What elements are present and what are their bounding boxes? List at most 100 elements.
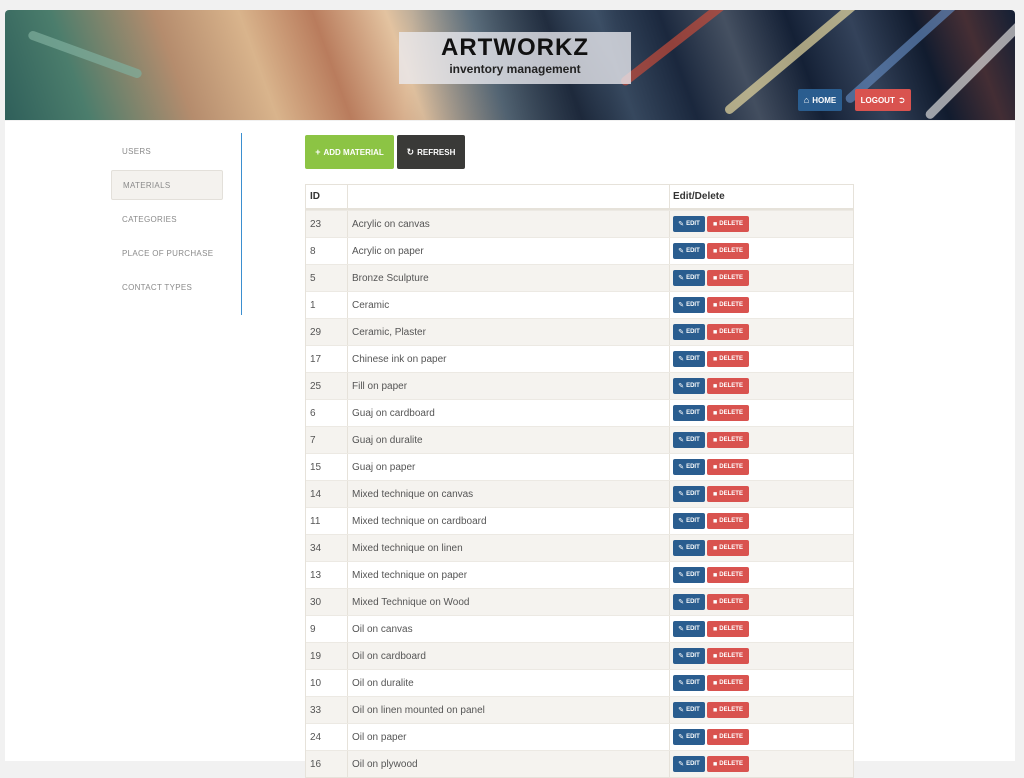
delete-button[interactable]: ■ DELETE [707,243,749,259]
table-row: 19 Oil on cardboard ✎ EDIT ■ DELETE [306,642,853,669]
edit-button[interactable]: ✎ EDIT [673,405,705,421]
delete-button[interactable]: ■ DELETE [707,405,749,421]
row-material-name: Bronze Sculpture [348,265,670,291]
delete-button[interactable]: ■ DELETE [707,540,749,556]
edit-label: EDIT [686,734,700,740]
edit-label: EDIT [686,248,700,254]
edit-button[interactable]: ✎ EDIT [673,729,705,745]
row-id: 1 [306,292,348,318]
edit-label: EDIT [686,680,700,686]
row-material-name: Fill on paper [348,373,670,399]
trash-icon: ■ [713,409,718,417]
trash-icon: ■ [713,706,718,714]
edit-button[interactable]: ✎ EDIT [673,243,705,259]
edit-button[interactable]: ✎ EDIT [673,324,705,340]
row-actions: ✎ EDIT ■ DELETE [670,319,853,345]
pencil-icon: ✎ [678,383,685,390]
trash-icon: ■ [713,598,718,606]
delete-label: DELETE [719,599,743,605]
edit-button[interactable]: ✎ EDIT [673,594,705,610]
edit-button[interactable]: ✎ EDIT [673,459,705,475]
delete-label: DELETE [719,302,743,308]
refresh-button[interactable]: ↻ REFRESH [397,135,465,169]
refresh-icon: ↻ [406,146,415,157]
edit-button[interactable]: ✎ EDIT [673,486,705,502]
add-material-button[interactable]: + ADD MATERIAL [305,135,394,169]
edit-label: EDIT [686,302,700,308]
edit-button[interactable]: ✎ EDIT [673,540,705,556]
table-row: 10 Oil on duralite ✎ EDIT ■ DELETE [306,669,853,696]
delete-button[interactable]: ■ DELETE [707,621,749,637]
delete-button[interactable]: ■ DELETE [707,594,749,610]
delete-button[interactable]: ■ DELETE [707,702,749,718]
delete-button[interactable]: ■ DELETE [707,297,749,313]
delete-button[interactable]: ■ DELETE [707,756,749,772]
edit-label: EDIT [686,356,700,362]
row-id: 34 [306,535,348,561]
sidebar-item-contact-types[interactable]: CONTACT TYPES [111,272,223,302]
row-id: 6 [306,400,348,426]
row-material-name: Acrylic on paper [348,238,670,264]
sidebar-nav: USERS MATERIALS CATEGORIES PLACE OF PURC… [111,133,242,315]
row-actions: ✎ EDIT ■ DELETE [670,562,853,588]
pencil-icon: ✎ [678,518,685,525]
edit-button[interactable]: ✎ EDIT [673,513,705,529]
delete-button[interactable]: ■ DELETE [707,729,749,745]
edit-button[interactable]: ✎ EDIT [673,621,705,637]
table-row: 24 Oil on paper ✎ EDIT ■ DELETE [306,723,853,750]
delete-button[interactable]: ■ DELETE [707,513,749,529]
edit-button[interactable]: ✎ EDIT [673,351,705,367]
edit-button[interactable]: ✎ EDIT [673,216,705,232]
delete-button[interactable]: ■ DELETE [707,351,749,367]
trash-icon: ■ [713,355,718,363]
delete-button[interactable]: ■ DELETE [707,486,749,502]
delete-button[interactable]: ■ DELETE [707,216,749,232]
delete-label: DELETE [719,329,743,335]
delete-label: DELETE [719,734,743,740]
delete-button[interactable]: ■ DELETE [707,459,749,475]
table-row: 16 Oil on plywood ✎ EDIT ■ DELETE [306,750,853,777]
row-material-name: Mixed Technique on Wood [348,589,670,615]
edit-button[interactable]: ✎ EDIT [673,378,705,394]
row-actions: ✎ EDIT ■ DELETE [670,616,853,642]
brush-stroke-decoration [619,10,751,88]
sidebar-item-materials[interactable]: MATERIALS [111,170,223,200]
row-material-name: Guaj on paper [348,454,670,480]
delete-button[interactable]: ■ DELETE [707,324,749,340]
row-id: 15 [306,454,348,480]
home-button[interactable]: ⌂ HOME [798,89,842,111]
sidebar-item-place-of-purchase[interactable]: PLACE OF PURCHASE [111,238,223,268]
edit-button[interactable]: ✎ EDIT [673,297,705,313]
edit-button[interactable]: ✎ EDIT [673,756,705,772]
trash-icon: ■ [713,733,718,741]
delete-button[interactable]: ■ DELETE [707,567,749,583]
table-row: 8 Acrylic on paper ✎ EDIT ■ DELETE [306,237,853,264]
edit-button[interactable]: ✎ EDIT [673,432,705,448]
sidebar-item-categories[interactable]: CATEGORIES [111,204,223,234]
trash-icon: ■ [713,625,718,633]
pencil-icon: ✎ [678,761,685,768]
logout-button[interactable]: LOGOUT ➲ [855,89,911,111]
edit-button[interactable]: ✎ EDIT [673,648,705,664]
delete-button[interactable]: ■ DELETE [707,432,749,448]
edit-button[interactable]: ✎ EDIT [673,270,705,286]
edit-button[interactable]: ✎ EDIT [673,702,705,718]
row-actions: ✎ EDIT ■ DELETE [670,481,853,507]
table-row: 1 Ceramic ✎ EDIT ■ DELETE [306,291,853,318]
row-id: 13 [306,562,348,588]
pencil-icon: ✎ [678,572,685,579]
delete-button[interactable]: ■ DELETE [707,675,749,691]
edit-label: EDIT [686,626,700,632]
table-row: 7 Guaj on duralite ✎ EDIT ■ DELETE [306,426,853,453]
edit-label: EDIT [686,545,700,551]
pencil-icon: ✎ [678,410,685,417]
delete-button[interactable]: ■ DELETE [707,648,749,664]
row-material-name: Oil on duralite [348,670,670,696]
row-actions: ✎ EDIT ■ DELETE [670,346,853,372]
pencil-icon: ✎ [678,599,685,606]
edit-button[interactable]: ✎ EDIT [673,567,705,583]
sidebar-item-users[interactable]: USERS [111,136,223,166]
delete-button[interactable]: ■ DELETE [707,270,749,286]
delete-button[interactable]: ■ DELETE [707,378,749,394]
edit-button[interactable]: ✎ EDIT [673,675,705,691]
